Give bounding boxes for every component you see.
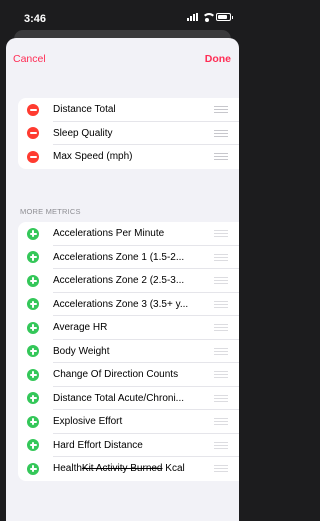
reorder-handle-icon[interactable] (214, 106, 228, 113)
add-icon[interactable] (27, 251, 39, 263)
list-item[interactable]: Change Of Direction Counts (18, 363, 239, 387)
list-item: Max Speed (mph) (18, 145, 239, 169)
wifi-icon (202, 13, 216, 22)
selected-metrics-list: Distance Total Sleep Quality Max Speed (… (18, 98, 239, 169)
metric-label-prefix: Health (53, 463, 82, 475)
add-icon[interactable] (27, 392, 39, 404)
status-bar: 3:46 (0, 0, 245, 34)
metric-label: Accelerations Zone 2 (2.5-3... (53, 275, 185, 287)
reorder-handle-icon (214, 441, 228, 449)
metric-label: Accelerations Per Minute (53, 228, 165, 240)
reorder-handle-icon[interactable] (214, 153, 228, 160)
list-item[interactable]: Distance Total Acute/Chroni... (18, 387, 239, 410)
reorder-handle-icon (214, 253, 228, 261)
remove-icon[interactable] (27, 127, 39, 139)
add-icon[interactable] (27, 298, 39, 310)
nav-bar: Cancel Done (6, 38, 239, 78)
reorder-handle-icon (214, 347, 228, 355)
add-icon[interactable] (27, 321, 39, 334)
metric-label: Body Weight (53, 345, 110, 357)
reorder-handle-icon (214, 230, 228, 237)
battery-icon (216, 13, 233, 21)
add-icon[interactable] (27, 345, 39, 357)
reorder-handle-icon (214, 324, 228, 331)
metric-label: Average HR (53, 322, 108, 334)
reorder-handle-icon (214, 300, 228, 308)
list-item: Sleep Quality (18, 122, 239, 145)
metric-label: HealthKit Activity Burned Kcal (53, 463, 199, 474)
cancel-button[interactable]: Cancel (13, 53, 46, 65)
add-icon[interactable] (27, 227, 39, 240)
remove-icon[interactable] (27, 103, 39, 116)
metric-label: Distance Total (53, 104, 116, 116)
list-item[interactable]: Accelerations Zone 3 (3.5+ y... (18, 293, 239, 316)
list-item[interactable]: HealthKit Activity Burned Kcal (18, 457, 239, 481)
list-item[interactable]: Accelerations Zone 2 (2.5-3... (18, 269, 239, 293)
reorder-handle-icon (214, 371, 228, 378)
add-icon[interactable] (27, 274, 39, 287)
add-icon[interactable] (27, 415, 39, 428)
add-icon[interactable] (27, 368, 39, 381)
list-item[interactable]: Average HR (18, 316, 239, 340)
metric-label: Explosive Effort (53, 416, 123, 428)
section-header-more-metrics: MORE METRICS (20, 207, 81, 216)
metric-label: Accelerations Zone 3 (3.5+ y... (53, 298, 189, 310)
reorder-handle-icon[interactable] (214, 129, 228, 137)
metric-label: Accelerations Zone 1 (1.5-2... (53, 251, 185, 263)
metric-label: Distance Total Acute/Chroni... (53, 392, 184, 404)
list-item: Distance Total (18, 98, 239, 122)
add-icon[interactable] (27, 439, 39, 451)
add-icon[interactable] (27, 462, 39, 475)
status-icons (187, 13, 233, 22)
list-item[interactable]: Accelerations Zone 1 (1.5-2... (18, 246, 239, 269)
metric-label: Change Of Direction Counts (53, 369, 179, 381)
metric-label: Max Speed (mph) (53, 151, 133, 163)
metric-label: Hard Effort Distance (53, 439, 143, 451)
reorder-handle-icon (214, 277, 228, 284)
remove-icon[interactable] (27, 150, 39, 163)
metric-label-suffix: Kcal (162, 463, 185, 475)
list-item[interactable]: Explosive Effort (18, 410, 239, 434)
list-item[interactable]: Hard Effort Distance (18, 434, 239, 457)
done-button[interactable]: Done (205, 53, 231, 65)
metric-label: Sleep Quality (53, 127, 113, 139)
list-item[interactable]: Body Weight (18, 340, 239, 363)
list-item[interactable]: Accelerations Per Minute (18, 222, 239, 246)
status-time: 3:46 (24, 13, 47, 25)
cellular-signal-icon (187, 13, 198, 21)
reorder-handle-icon (214, 465, 228, 472)
edit-metrics-sheet: Cancel Done Distance Total Sleep Quality… (6, 38, 239, 521)
more-metrics-list: Accelerations Per Minute Accelerations Z… (18, 222, 239, 481)
reorder-handle-icon (214, 394, 228, 402)
reorder-handle-icon (214, 418, 228, 425)
metric-label-struck: Kit Activity Burned (81, 463, 163, 475)
